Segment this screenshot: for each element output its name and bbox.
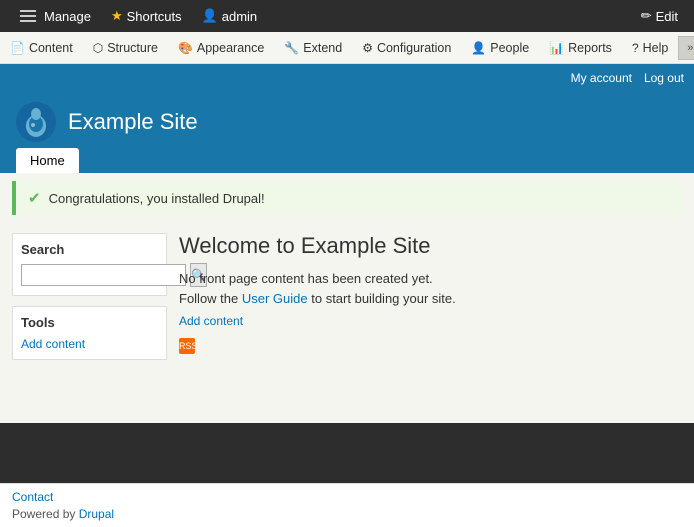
menu-item-configuration-label: Configuration — [377, 41, 451, 55]
hamburger-icon — [16, 6, 40, 26]
appearance-icon: 🎨 — [178, 41, 193, 55]
toolbar-left: Manage ★ Shortcuts 👤 admin — [8, 2, 265, 30]
search-input[interactable] — [21, 264, 186, 286]
menu-item-reports[interactable]: 📊 Reports — [539, 32, 622, 63]
user-bar: My account Log out — [0, 64, 694, 92]
menu-item-structure[interactable]: ⬡ Structure — [83, 32, 168, 63]
drupal-logo-icon — [18, 104, 54, 140]
menu-item-appearance-label: Appearance — [197, 41, 264, 55]
shortcuts-button[interactable]: ★ Shortcuts — [103, 4, 190, 28]
messages-area: ✔ Congratulations, you installed Drupal! — [0, 173, 694, 223]
manage-button[interactable]: Manage — [8, 2, 99, 30]
powered-text: Powered by — [12, 507, 79, 521]
footer: Contact Powered by Drupal — [0, 483, 694, 527]
checkmark-icon: ✔ — [28, 189, 41, 207]
contact-link[interactable]: Contact — [12, 490, 682, 504]
menu-bar: 📄 Content ⬡ Structure 🎨 Appearance 🔧 Ext… — [0, 32, 694, 64]
menu-right: » — [678, 36, 694, 60]
admin-toolbar: Manage ★ Shortcuts 👤 admin ✏ Edit — [0, 0, 694, 32]
menu-item-help-label: Help — [643, 41, 669, 55]
star-icon: ★ — [111, 8, 123, 24]
logout-link[interactable]: Log out — [644, 71, 684, 85]
menu-item-content[interactable]: 📄 Content — [0, 32, 83, 63]
shortcuts-label: Shortcuts — [127, 9, 182, 24]
site-logo — [16, 102, 56, 142]
admin-user-button[interactable]: 👤 admin — [194, 4, 266, 28]
rss-icon[interactable]: RSS — [179, 338, 195, 354]
manage-label: Manage — [44, 9, 91, 24]
search-heading: Search — [21, 242, 158, 257]
menu-item-content-label: Content — [29, 41, 73, 55]
success-message-text: Congratulations, you installed Drupal! — [49, 191, 265, 206]
home-tab[interactable]: Home — [16, 148, 79, 173]
page-content: Welcome to Example Site No front page co… — [179, 233, 682, 413]
sidebar: Search 🔍 Tools Add content — [12, 233, 167, 413]
tools-heading: Tools — [21, 315, 158, 330]
add-content-sidebar-link[interactable]: Add content — [21, 337, 85, 351]
people-icon: 👤 — [471, 41, 486, 55]
pencil-icon: ✏ — [641, 8, 652, 24]
menu-item-extend-label: Extend — [303, 41, 342, 55]
tools-block: Tools Add content — [12, 306, 167, 360]
menu-item-configuration[interactable]: ⚙ Configuration — [352, 32, 461, 63]
body-paragraph: No front page content has been created y… — [179, 269, 682, 308]
menu-item-structure-label: Structure — [107, 41, 158, 55]
my-account-link[interactable]: My account — [571, 71, 632, 85]
site-header: Example Site — [0, 92, 694, 142]
page-body: No front page content has been created y… — [179, 269, 682, 355]
toolbar-right: ✏ Edit — [633, 4, 686, 28]
edit-button[interactable]: ✏ Edit — [633, 4, 686, 28]
reports-icon: 📊 — [549, 41, 564, 55]
body-text-1: No front page content has been created y… — [179, 271, 433, 286]
help-icon: ? — [632, 41, 639, 55]
menu-item-reports-label: Reports — [568, 41, 612, 55]
main-content: Search 🔍 Tools Add content Welcome to Ex… — [0, 223, 694, 423]
footer-dark-area — [0, 423, 694, 483]
search-block: Search 🔍 — [12, 233, 167, 296]
body-text-3: to start building your site. — [308, 291, 456, 306]
menu-expand-button[interactable]: » — [678, 36, 694, 60]
menu-item-extend[interactable]: 🔧 Extend — [274, 32, 352, 63]
site-name: Example Site — [68, 109, 198, 135]
menu-items: 📄 Content ⬡ Structure 🎨 Appearance 🔧 Ext… — [0, 32, 678, 63]
configuration-icon: ⚙ — [362, 41, 373, 55]
menu-item-help[interactable]: ? Help — [622, 32, 678, 63]
edit-label: Edit — [656, 9, 678, 24]
menu-item-people[interactable]: 👤 People — [461, 32, 539, 63]
success-message: ✔ Congratulations, you installed Drupal! — [12, 181, 682, 215]
body-text-2: Follow the — [179, 291, 242, 306]
menu-item-people-label: People — [490, 41, 529, 55]
footer-powered: Powered by Drupal — [12, 507, 682, 521]
page-title: Welcome to Example Site — [179, 233, 682, 259]
drupal-link[interactable]: Drupal — [79, 507, 114, 521]
menu-item-appearance[interactable]: 🎨 Appearance — [168, 32, 274, 63]
user-icon: 👤 — [202, 8, 218, 24]
nav-tabs: Home — [0, 142, 694, 173]
content-icon: 📄 — [10, 41, 25, 55]
extend-icon: 🔧 — [284, 41, 299, 55]
add-content-link[interactable]: Add content — [179, 312, 682, 330]
user-guide-link[interactable]: User Guide — [242, 291, 308, 306]
search-form: 🔍 — [21, 263, 158, 287]
admin-label: admin — [222, 9, 257, 24]
structure-icon: ⬡ — [93, 41, 103, 55]
